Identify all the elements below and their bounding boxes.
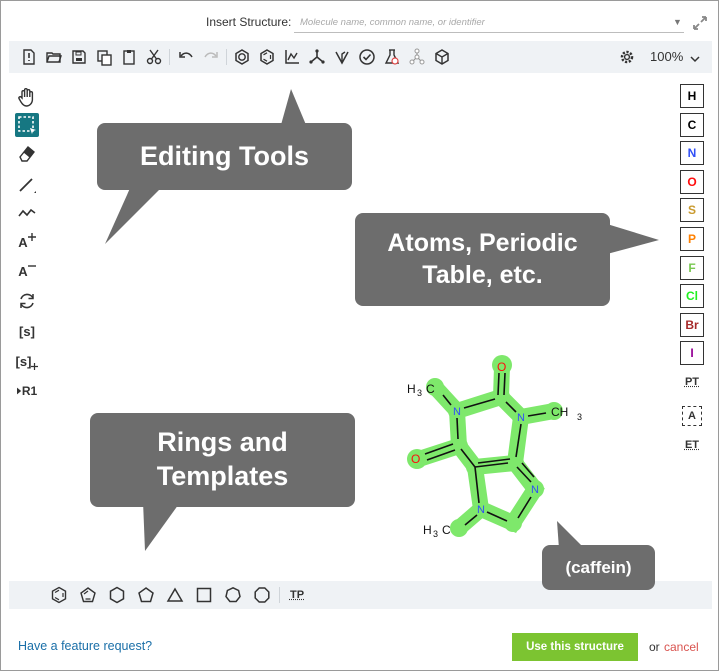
atoms-callout-line2: Table, etc. [422, 260, 542, 291]
or-text: or [649, 640, 660, 654]
nitrogen-4: N [531, 484, 539, 496]
sgroup-tool-icon[interactable]: [s] [15, 319, 39, 343]
methyl-bottom-c: C [442, 523, 451, 537]
sgroup-plus-label: [s] [16, 354, 32, 369]
paste-icon[interactable] [119, 47, 139, 67]
rings-callout-line2: Templates [157, 460, 289, 494]
charge-minus-label: A [18, 264, 27, 279]
insert-structure-input[interactable] [294, 13, 684, 33]
aromatize-icon[interactable] [232, 47, 252, 67]
template-library-button[interactable]: TP [288, 586, 306, 604]
calculate-icon[interactable] [382, 47, 402, 67]
atom-button-n[interactable]: N [680, 141, 704, 165]
atoms-callout-line1: Atoms, Periodic [387, 228, 577, 259]
atoms-callout-tail [601, 216, 661, 276]
zoom-value[interactable]: 100% [650, 49, 683, 64]
open-file-icon[interactable] [44, 47, 64, 67]
cyclohexane-template-icon[interactable] [108, 586, 126, 604]
oxygen-left: O [411, 452, 420, 466]
zoom-chevron-down-icon[interactable] [690, 51, 700, 61]
cycloheptane-template-icon[interactable] [224, 586, 242, 604]
insert-structure-label: Insert Structure: [206, 15, 291, 29]
hand-tool-icon[interactable] [15, 85, 39, 109]
settings-gear-icon[interactable] [617, 47, 637, 67]
nitrogen-2: N [517, 412, 525, 424]
save-icon[interactable] [69, 47, 89, 67]
atom-button-c[interactable]: C [680, 113, 704, 137]
rings-callout-tail [141, 499, 201, 554]
single-bond-tool-icon[interactable] [15, 172, 39, 196]
atom-button-p[interactable]: P [680, 227, 704, 251]
methyl-right-ch: CH [551, 405, 568, 419]
toolbar-separator [169, 49, 170, 65]
feature-request-link[interactable]: Have a feature request? [18, 639, 152, 653]
stereo-icon[interactable] [332, 47, 352, 67]
periodic-table-button[interactable]: PT [680, 370, 704, 394]
atom-button-br[interactable]: Br [680, 313, 704, 337]
expand-icon[interactable] [691, 14, 709, 32]
top-toolbar: 100% [9, 41, 712, 73]
rings-callout-line1: Rings and [157, 426, 288, 460]
chain-tool-icon[interactable] [15, 201, 39, 225]
charge-plus-label: A [18, 235, 27, 250]
nitrogen-3: N [477, 504, 485, 516]
charge-plus-tool-icon[interactable]: A [15, 230, 39, 254]
methyl-top-h: H [407, 382, 416, 396]
rings-templates-callout: Rings and Templates [90, 413, 355, 507]
methyl-right-sub: 3 [577, 412, 582, 422]
any-atom-button[interactable]: A [682, 406, 702, 426]
cyclobutane-template-icon[interactable] [195, 586, 213, 604]
cyclopropane-template-icon[interactable] [166, 586, 184, 604]
benzene-template-icon[interactable] [50, 586, 68, 604]
cut-icon[interactable] [144, 47, 164, 67]
check-icon[interactable] [357, 47, 377, 67]
rgroup-label: R1 [22, 384, 37, 398]
sgroup-plus-tool-icon[interactable]: [s] [15, 349, 39, 373]
copy-icon[interactable] [94, 47, 114, 67]
caffein-callout: (caffein) [542, 545, 655, 590]
new-file-icon[interactable] [19, 47, 39, 67]
layout-icon[interactable] [282, 47, 302, 67]
rotate-tool-icon[interactable] [15, 289, 39, 313]
atom-button-cl[interactable]: Cl [680, 284, 704, 308]
atom-button-s[interactable]: S [680, 198, 704, 222]
use-this-structure-button[interactable]: Use this structure [512, 633, 638, 661]
rgroup-tool-icon[interactable]: R1 [15, 379, 39, 403]
toolbar-separator [226, 49, 227, 65]
toolbar-separator [279, 587, 280, 603]
cyclooctane-template-icon[interactable] [253, 586, 271, 604]
undo-icon[interactable] [176, 47, 196, 67]
atom-button-i[interactable]: I [680, 341, 704, 365]
methyl-bottom-sub: 3 [433, 529, 438, 539]
select-rectangle-tool-icon[interactable] [15, 113, 39, 137]
atom-button-h[interactable]: H [680, 84, 704, 108]
atom-button-f[interactable]: F [680, 256, 704, 280]
charge-minus-tool-icon[interactable]: A [15, 259, 39, 283]
cyclopentadiene-template-icon[interactable] [79, 586, 97, 604]
editing-tools-callout: Editing Tools [97, 123, 352, 190]
insert-structure-row: Insert Structure: ▼ [1, 11, 719, 35]
cyclopentane-template-icon[interactable] [137, 586, 155, 604]
cube-icon[interactable] [432, 47, 452, 67]
insert-dropdown-caret-icon[interactable]: ▼ [673, 17, 682, 27]
methyl-top-sub: 3 [417, 388, 422, 398]
cancel-link[interactable]: cancel [664, 640, 699, 654]
extended-table-button[interactable]: ET [680, 433, 704, 457]
dearomatize-icon[interactable] [257, 47, 277, 67]
sgroup-label: [s] [19, 324, 35, 339]
oxygen-top: O [497, 360, 506, 374]
nitrogen-1: N [453, 406, 461, 418]
caffeine-molecule[interactable]: H 3 C N O N CH 3 O N N H 3 C [391, 341, 601, 551]
redo-icon[interactable] [201, 47, 221, 67]
clean-icon[interactable] [307, 47, 327, 67]
atoms-callout: Atoms, Periodic Table, etc. [355, 213, 610, 306]
structure-editor-dialog: Insert Structure: ▼ 100% A A [0, 0, 719, 671]
eraser-tool-icon[interactable] [15, 142, 39, 166]
atom-button-o[interactable]: O [680, 170, 704, 194]
methyl-bottom-h: H [423, 523, 432, 537]
methyl-top-c: C [426, 382, 435, 396]
3d-view-icon[interactable] [407, 47, 427, 67]
